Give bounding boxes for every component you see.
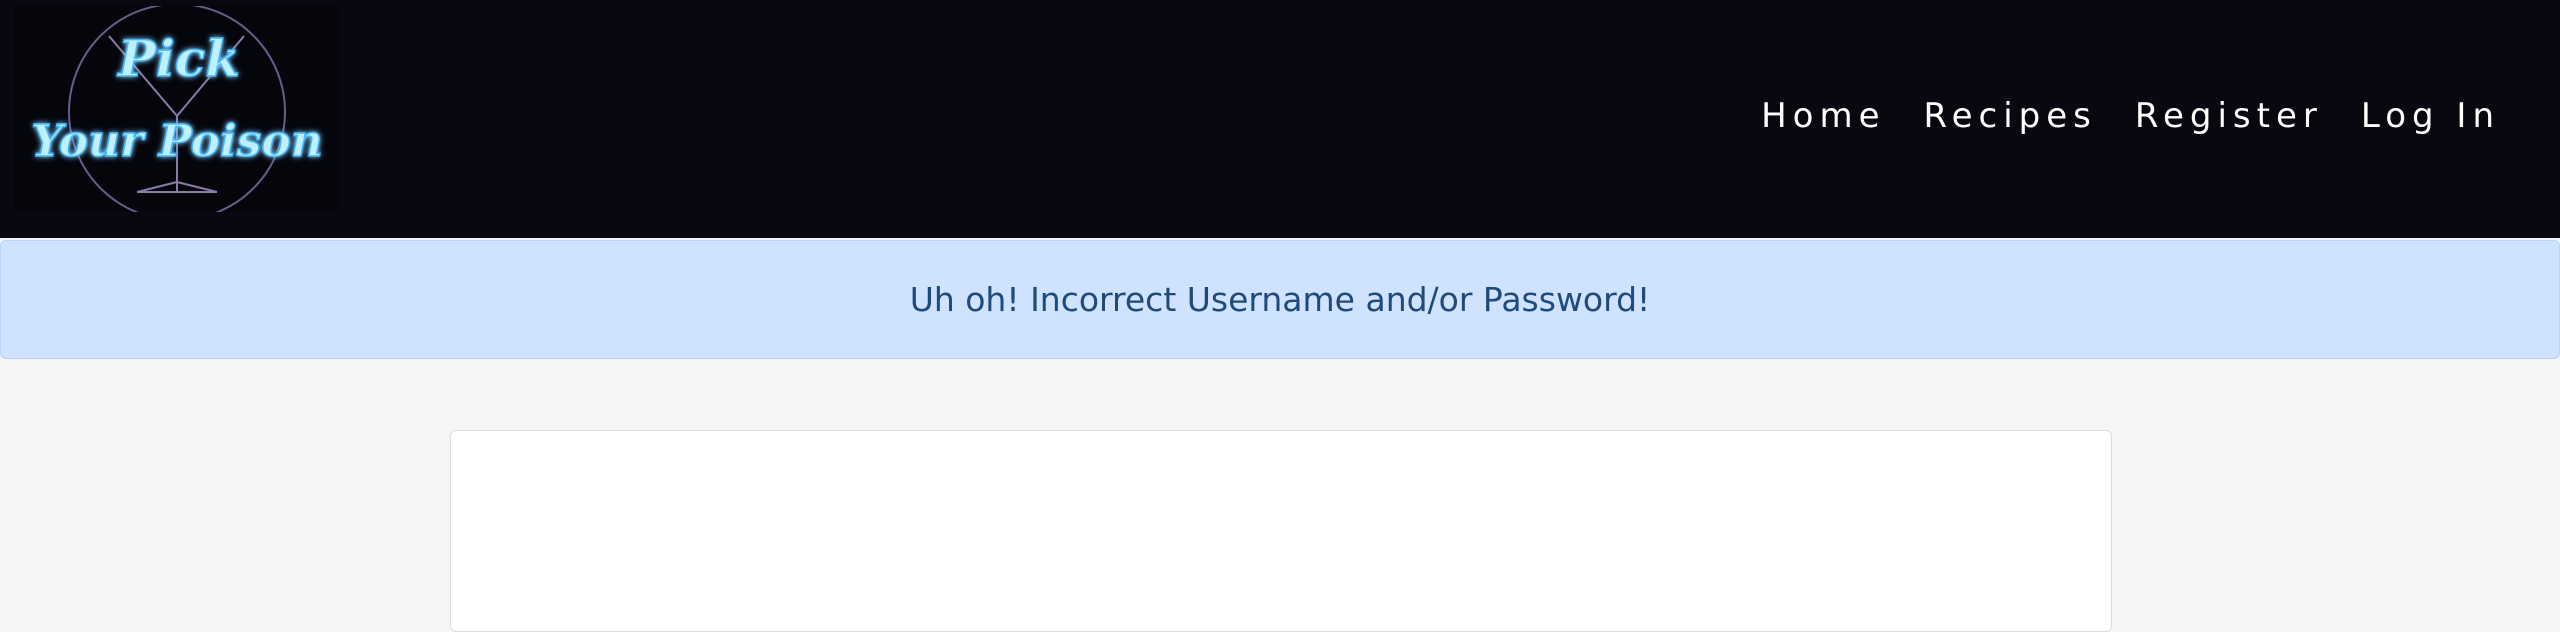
error-alert: Uh oh! Incorrect Username and/or Passwor…	[0, 240, 2560, 359]
nav-register-link[interactable]: Register	[2135, 96, 2323, 136]
nav-login-link[interactable]: Log In	[2361, 96, 2500, 136]
login-card	[450, 430, 2112, 632]
alert-message: Uh oh! Incorrect Username and/or Passwor…	[909, 280, 1651, 319]
nav-home-link[interactable]: Home	[1761, 96, 1885, 136]
cocktail-glass-icon: Pick Your Poison	[31, 6, 324, 212]
logo-text-line1: Pick	[116, 29, 240, 88]
logo-text-line2: Your Poison	[31, 116, 323, 167]
brand-logo[interactable]: Pick Your Poison	[14, 6, 340, 212]
nav-recipes-link[interactable]: Recipes	[1924, 96, 2097, 136]
nav-links: Home Recipes Register Log In	[1761, 96, 2500, 136]
navbar: Pick Your Poison Home Recipes Register L…	[0, 0, 2560, 238]
